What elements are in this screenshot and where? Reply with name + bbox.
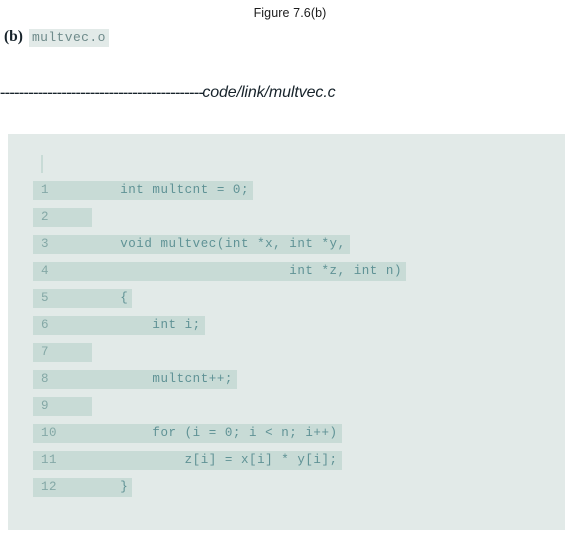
code-line[interactable]: 12 } <box>33 474 565 501</box>
code-line-text: } <box>88 480 129 494</box>
code-line-highlight: 10 for (i = 0; i < n; i++) <box>33 424 342 443</box>
code-lines-container: 1 int multcnt = 0; 2 3 void multvec(int *x… <box>33 150 565 501</box>
dashed-divider: ----------------------------------------… <box>0 84 204 101</box>
code-line-text: { <box>88 291 129 305</box>
line-number: 4 <box>41 264 50 278</box>
code-line-highlight: 3 void multvec(int *x, int *y, <box>33 235 350 254</box>
code-line-highlight: 2 <box>33 208 92 227</box>
line-number: 12 <box>41 480 58 494</box>
code-line-text: int multcnt = 0; <box>88 183 250 197</box>
code-line-text: void multvec(int *x, int *y, <box>88 237 346 251</box>
code-line-highlight: 6 int i; <box>33 316 205 335</box>
code-line-highlight: 5 { <box>33 289 133 308</box>
line-number: 6 <box>41 318 50 332</box>
code-line-highlight: 11 z[i] = x[i] * y[i]; <box>33 451 342 470</box>
object-file-name: multvec.o <box>28 29 109 47</box>
line-number: 10 <box>41 426 58 440</box>
code-line-text: int i; <box>88 318 201 332</box>
line-number: 2 <box>41 210 50 224</box>
line-number: 9 <box>41 399 50 413</box>
code-line-highlight: 4 int *z, int n) <box>33 262 406 281</box>
line-number: 7 <box>41 345 50 359</box>
code-line[interactable]: 7 <box>33 339 565 366</box>
code-line[interactable]: 1 int multcnt = 0; <box>33 177 565 204</box>
source-file-path: code/link/multvec.c <box>202 84 336 101</box>
code-line[interactable]: 8 multcnt++; <box>33 366 565 393</box>
code-line-highlight: 7 <box>33 343 92 362</box>
figure-title: Figure 7.6(b) <box>253 6 327 20</box>
subcaption-label: (b) <box>4 28 23 45</box>
code-line-highlight: 9 <box>33 397 92 416</box>
line-number: 8 <box>41 372 50 386</box>
text-caret <box>41 154 43 173</box>
line-number: 5 <box>41 291 50 305</box>
code-line-highlight: 8 multcnt++; <box>33 370 237 389</box>
code-line[interactable]: 11 z[i] = x[i] * y[i]; <box>33 447 565 474</box>
code-line-text: multcnt++; <box>88 372 233 386</box>
code-line-list: 1 int multcnt = 0; 2 3 void multvec(int *x… <box>33 177 565 501</box>
source-path-rule: ----------------------------------------… <box>0 84 336 102</box>
code-line-highlight: 1 int multcnt = 0; <box>33 181 254 200</box>
code-line-text: int *z, int n) <box>88 264 402 278</box>
code-line[interactable]: 5 { <box>33 285 565 312</box>
subcaption: (b) multvec.o <box>4 28 109 47</box>
code-line[interactable]: 2 <box>33 204 565 231</box>
code-line-text: for (i = 0; i < n; i++) <box>88 426 338 440</box>
code-line[interactable]: 6 int i; <box>33 312 565 339</box>
code-line[interactable]: 3 void multvec(int *x, int *y, <box>33 231 565 258</box>
code-line[interactable]: 10 for (i = 0; i < n; i++) <box>33 420 565 447</box>
code-line-highlight: 12 } <box>33 478 133 497</box>
code-line-text: z[i] = x[i] * y[i]; <box>88 453 338 467</box>
code-line[interactable]: 9 <box>33 393 565 420</box>
line-number: 1 <box>41 183 50 197</box>
code-line[interactable]: 4 int *z, int n) <box>33 258 565 285</box>
caret-row <box>33 150 565 177</box>
line-number: 3 <box>41 237 50 251</box>
line-number: 11 <box>41 453 58 467</box>
code-panel[interactable]: 1 int multcnt = 0; 2 3 void multvec(int *x… <box>8 134 565 530</box>
